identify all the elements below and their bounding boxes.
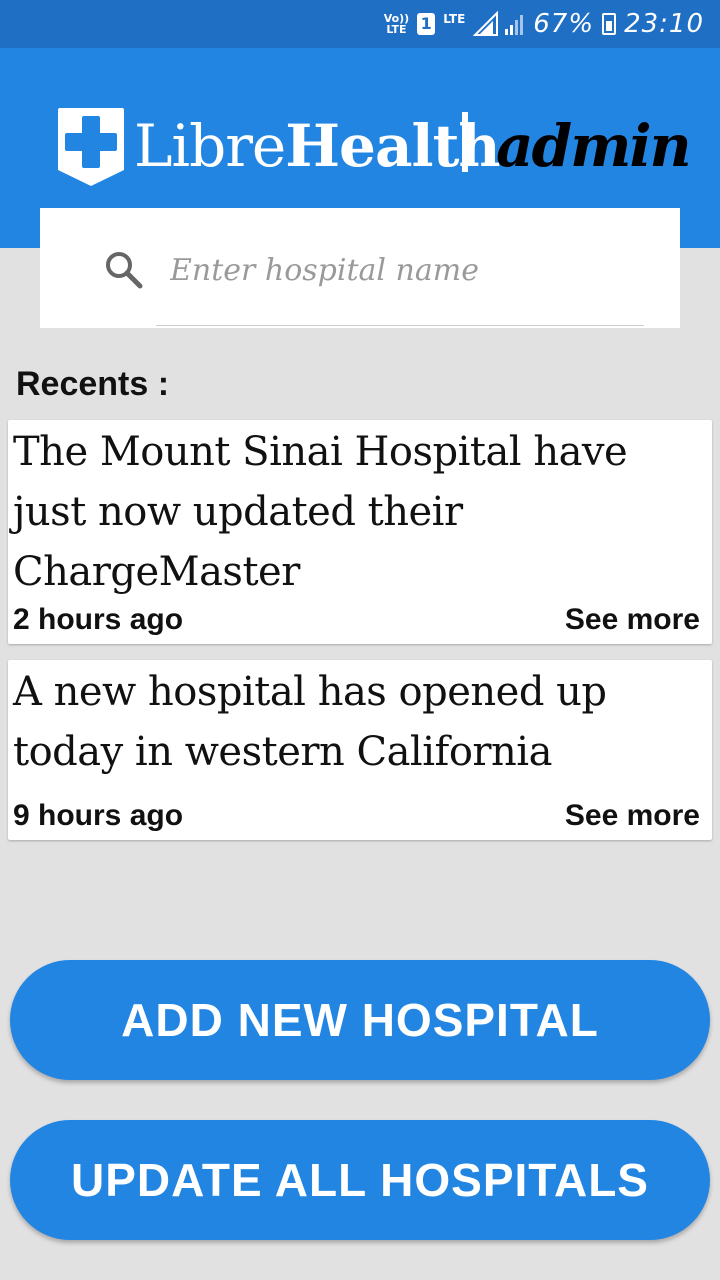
recent-item-time: 2 hours ago (13, 603, 184, 636)
battery-icon (602, 13, 617, 35)
add-new-hospital-button[interactable]: ADD NEW HOSPITAL (10, 960, 710, 1080)
volte-bottom-label: LTE (386, 23, 407, 36)
recent-item-text: A new hospital has opened up today in we… (13, 669, 607, 775)
medical-cross-shield-icon (58, 108, 124, 186)
volte-indicator: Vo)) LTE (384, 13, 410, 35)
brand-divider (462, 112, 468, 172)
brand-name-libre: Libre (134, 112, 286, 180)
see-more-link[interactable]: See more (565, 798, 700, 834)
search-underline (156, 325, 644, 326)
see-more-link[interactable]: See more (565, 602, 700, 638)
role-label: admin (496, 112, 692, 180)
sim-card-icon: 1 (417, 13, 436, 35)
status-icons: Vo)) LTE 1 LTE 67% 23:10 (384, 0, 704, 48)
recent-item-time: 9 hours ago (13, 799, 184, 832)
network-type-label: LTE (443, 12, 466, 26)
recents-heading: Recents : (16, 365, 170, 403)
recent-item[interactable]: The Mount Sinai Hospital have just now u… (8, 420, 712, 644)
status-bar: Vo)) LTE 1 LTE 67% 23:10 (0, 0, 720, 48)
signal-strength-icon (473, 11, 524, 36)
clock: 23:10 (624, 9, 704, 39)
recent-item[interactable]: A new hospital has opened up today in we… (8, 660, 712, 840)
recent-item-text: The Mount Sinai Hospital have just now u… (13, 429, 628, 595)
brand-name: LibreHealth (134, 106, 501, 186)
update-all-hospitals-button[interactable]: UPDATE ALL HOSPITALS (10, 1120, 710, 1240)
search-icon (106, 252, 143, 289)
search-input[interactable] (170, 242, 640, 298)
battery-percentage: 67% (533, 9, 595, 39)
